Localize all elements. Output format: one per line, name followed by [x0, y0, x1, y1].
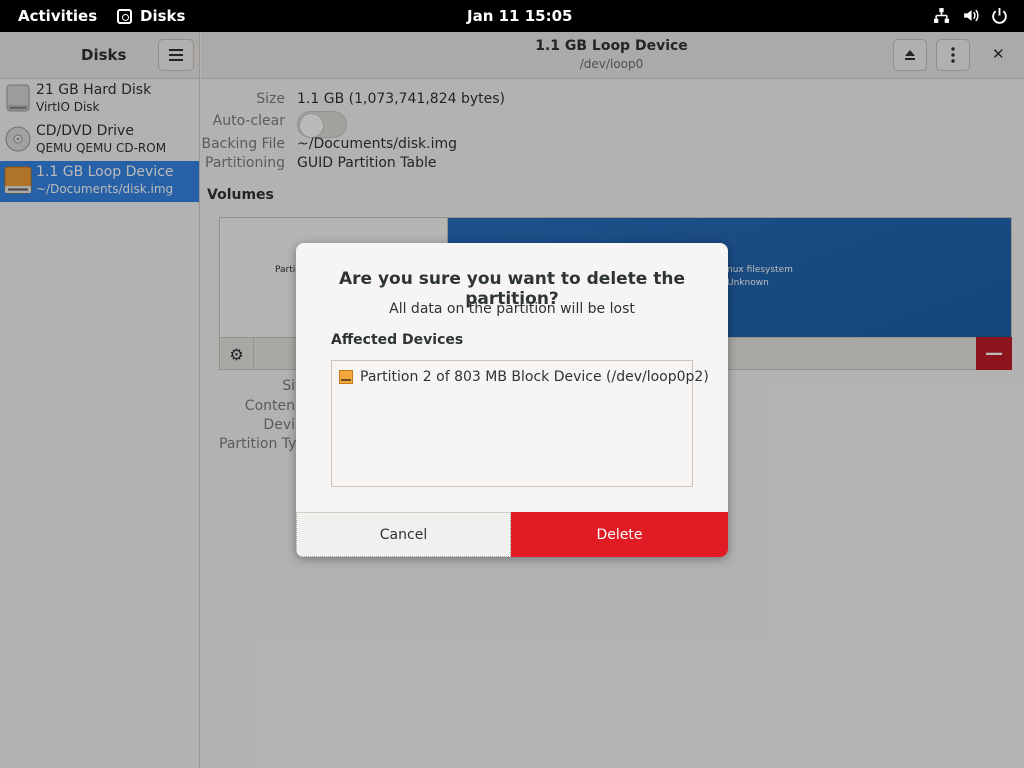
delete-button[interactable]: Delete [511, 512, 728, 557]
list-item[interactable]: Partition 2 of 803 MB Block Device (/dev… [339, 369, 709, 385]
app-menu[interactable]: Disks [117, 7, 185, 25]
affected-devices-heading: Affected Devices [331, 332, 464, 348]
volume-icon[interactable] [962, 7, 979, 24]
clock[interactable]: Jan 11 15:05 [467, 7, 572, 25]
cancel-button[interactable]: Cancel [296, 512, 511, 557]
affected-device-label: Partition 2 of 803 MB Block Device (/dev… [360, 369, 709, 385]
network-icon[interactable] [933, 7, 950, 24]
partition-icon [339, 370, 353, 384]
disks-app-icon [117, 8, 132, 24]
app-name: Disks [140, 7, 186, 25]
power-icon[interactable] [991, 7, 1008, 24]
system-tray[interactable] [933, 7, 1008, 24]
affected-devices-list[interactable]: Partition 2 of 803 MB Block Device (/dev… [331, 360, 709, 487]
delete-partition-dialog: Are you sure you want to delete the part… [296, 243, 728, 557]
top-bar: Activities Disks Jan 11 15:05 [0, 0, 1024, 32]
activities-button[interactable]: Activities [18, 7, 97, 25]
dialog-buttons: Cancel Delete [296, 512, 728, 557]
dialog-message: All data on the partition will be lost [389, 301, 635, 317]
